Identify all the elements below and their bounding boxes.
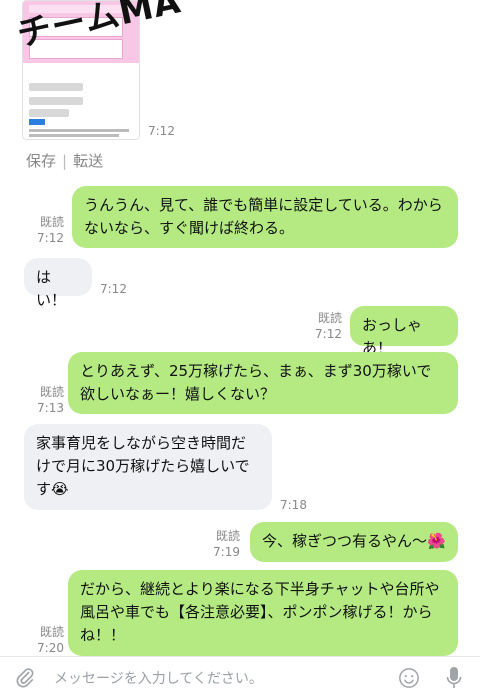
microphone-icon[interactable]	[446, 666, 462, 690]
image-actions: 保存 | 転送	[26, 150, 103, 171]
message-bubble-received[interactable]: 家事育児をしながら空き時間だけで月に30万稼げたら嬉しいです😭	[24, 424, 272, 510]
smiley-icon[interactable]	[398, 667, 420, 689]
message-timestamp: 7:12	[100, 282, 127, 296]
read-receipt: 既読 7:12	[37, 215, 64, 245]
read-receipt: 既読 7:13	[37, 385, 64, 415]
paperclip-icon[interactable]	[14, 667, 36, 689]
message-bubble-sent[interactable]: とりあえず、25万稼げたら、まぁ、まず30万稼いで欲しいなぁー！嬉しくない？	[68, 352, 458, 414]
read-receipt: 既読 7:19	[213, 529, 240, 559]
message-input[interactable]: メッセージを入力してください。	[54, 668, 263, 688]
message-timestamp: 7:18	[280, 498, 307, 512]
image-timestamp: 7:12	[148, 124, 175, 138]
read-receipt: 既読 7:12	[315, 311, 342, 341]
message-composer: メッセージを入力してください。	[0, 656, 480, 698]
message-bubble-sent[interactable]: だから、継続とより楽になる下半身チャットや台所や風呂や車でも【各注意必要】、ポン…	[68, 570, 458, 656]
message-bubble-sent[interactable]: 今、稼ぎつつ有るやん〜🌺	[250, 522, 458, 562]
message-bubble-received[interactable]: はい！	[24, 258, 92, 309]
action-separator: |	[62, 152, 68, 170]
save-button[interactable]: 保存	[26, 152, 56, 170]
message-bubble-sent[interactable]: おっしゃあ！	[350, 306, 458, 357]
forward-button[interactable]: 転送	[73, 152, 103, 170]
read-receipt: 既読 7:20	[37, 625, 64, 655]
message-bubble-sent[interactable]: うんうん、見て、誰でも簡単に設定している。わからないなら、すぐ聞けば終わる。	[72, 186, 458, 248]
